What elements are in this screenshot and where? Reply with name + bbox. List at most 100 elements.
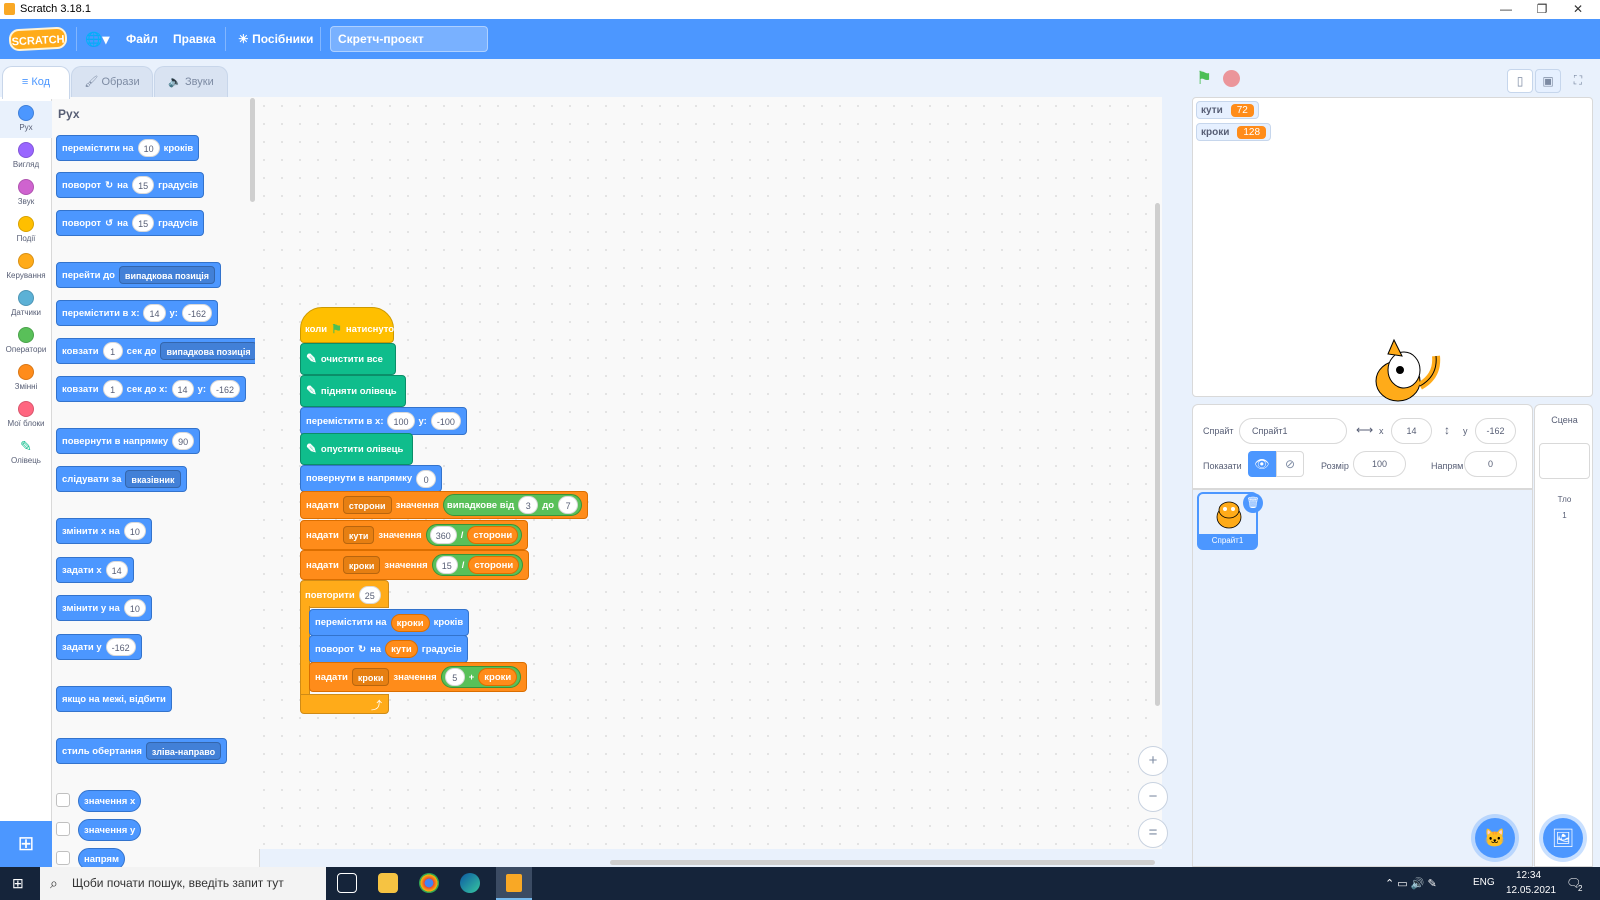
category-6[interactable]: Оператори — [0, 323, 52, 360]
variable-dropdown[interactable]: кроки — [342, 556, 381, 574]
seconds-input[interactable]: 1 — [102, 380, 123, 398]
steps-variable-reporter[interactable]: кроки — [478, 668, 518, 686]
category-5[interactable]: Датчики — [0, 286, 52, 323]
category-2[interactable]: Звук — [0, 175, 52, 212]
palette-glide-block[interactable]: ковзати 1 сек до випадкова позиція — [56, 338, 263, 364]
category-1[interactable]: Вигляд — [0, 138, 52, 175]
steps-variable-reporter[interactable]: кроки — [390, 613, 430, 632]
clear-all-block[interactable]: ✎ очистити все — [300, 343, 396, 375]
project-title-input[interactable]: Скретч-проєкт — [330, 26, 488, 52]
windows-start-icon[interactable]: ⊞ — [12, 875, 29, 892]
category-0[interactable]: Рух — [0, 101, 52, 138]
add-extension-button[interactable]: ⊞ — [0, 821, 52, 867]
green-flag-button[interactable]: ⚑ — [1196, 68, 1212, 89]
palette-rotation-style-block[interactable]: стиль обертання зліва-направо — [56, 738, 228, 764]
number-input[interactable]: 10 — [137, 139, 160, 157]
show-direction-checkbox[interactable] — [56, 851, 70, 865]
divide-operator[interactable]: 15 / сторони — [431, 554, 524, 576]
zoom-reset-button[interactable]: = — [1138, 818, 1168, 848]
direction-input[interactable]: 0 — [1464, 451, 1517, 477]
pen-down-block[interactable]: ✎ опустити олівець — [300, 433, 413, 465]
chrome-icon[interactable] — [419, 873, 439, 893]
zoom-out-button[interactable]: − — [1138, 782, 1168, 812]
zoom-in-button[interactable]: + — [1138, 746, 1168, 776]
backdrop-thumbnail[interactable] — [1539, 443, 1590, 479]
variable-dropdown[interactable]: кроки — [351, 668, 390, 686]
stop-button[interactable] — [1223, 70, 1240, 87]
palette-set-x-block[interactable]: задати х 14 — [56, 557, 134, 583]
tab-code[interactable]: ≡ Код — [2, 66, 70, 99]
change-steps-block[interactable]: надати кроки значення 5 + кроки — [309, 662, 528, 692]
random-operator[interactable]: випадкове від 3 до 7 — [442, 494, 583, 516]
x-input[interactable]: 100 — [387, 412, 415, 430]
delete-sprite-button[interactable]: 🗑 — [1243, 493, 1263, 513]
scratch-logo[interactable]: SCRATCH — [8, 26, 68, 52]
y-input[interactable]: -162 — [210, 380, 241, 398]
large-stage-button[interactable]: ▣ — [1535, 69, 1561, 93]
cat-sprite[interactable] — [1358, 336, 1450, 406]
show-visible-button[interactable]: 👁 — [1248, 451, 1276, 477]
number-input[interactable]: 360 — [429, 526, 457, 544]
palette-bounce-block[interactable]: якщо на межі, відбити — [56, 686, 172, 712]
palette-x-position-reporter[interactable]: значення x — [78, 790, 142, 812]
palette-y-position-reporter[interactable]: значення y — [78, 819, 142, 841]
palette-goto-block[interactable]: перейти до випадкова позиція — [56, 262, 222, 288]
direction-input[interactable]: 0 — [416, 469, 437, 488]
set-steps-block[interactable]: надати кроки значення 15 / сторони — [300, 550, 530, 580]
category-3[interactable]: Події — [0, 212, 52, 249]
clock-time[interactable]: 12:34 — [1516, 870, 1541, 881]
seconds-input[interactable]: 1 — [102, 342, 123, 360]
goto-xy-block[interactable]: перемістити в x: 100 у: -100 — [300, 407, 467, 435]
variable-monitor-angles[interactable]: кути 72 — [1196, 101, 1259, 119]
pen-up-block[interactable]: ✎ підняти олівець — [300, 375, 406, 407]
number-input[interactable]: 14 — [105, 561, 128, 579]
to-input[interactable]: 7 — [558, 496, 579, 514]
palette-glide-xy-block[interactable]: ковзати 1 сек до x: 14 y: -162 — [56, 376, 247, 402]
palette-goto-xy-block[interactable]: перемістити в x: 14 y: -162 — [56, 300, 218, 326]
number-input[interactable]: 5 — [444, 668, 465, 686]
number-input[interactable]: 15 — [132, 214, 155, 232]
file-menu[interactable]: Файл — [126, 19, 158, 59]
category-8[interactable]: Мої блоки — [0, 397, 52, 434]
palette-change-x-block[interactable]: змінити х на 10 — [56, 518, 152, 544]
category-9[interactable]: ✎ Олівець — [0, 434, 52, 471]
edge-icon[interactable] — [460, 873, 480, 893]
number-input[interactable]: 10 — [123, 599, 146, 617]
fullscreen-button[interactable]: ⛶ — [1565, 69, 1591, 93]
task-view-icon[interactable] — [337, 873, 357, 893]
close-button[interactable]: ✕ — [1560, 0, 1596, 19]
category-4[interactable]: Керування — [0, 249, 52, 286]
size-input[interactable]: 100 — [1353, 451, 1406, 477]
tray-icons[interactable]: ⌃ ▭ 🔊 ✎ — [1385, 877, 1437, 890]
palette-point-direction-block[interactable]: повернути в напрямку 90 — [56, 428, 201, 454]
from-input[interactable]: 3 — [518, 496, 539, 514]
sides-variable-reporter[interactable]: сторони — [467, 526, 519, 544]
show-x-checkbox[interactable] — [56, 793, 70, 807]
palette-point-towards-block[interactable]: слідувати за вказівник — [56, 466, 187, 492]
x-input[interactable]: 14 — [171, 380, 194, 398]
set-sides-block[interactable]: надати сторони значення випадкове від 3 … — [300, 491, 589, 519]
divide-operator[interactable]: 360 / сторони — [425, 524, 523, 546]
set-angles-block[interactable]: надати кути значення 360 / сторони — [300, 520, 529, 550]
add-operator[interactable]: 5 + кроки — [440, 666, 522, 688]
palette-move-block[interactable]: перемістити на 10 кроків — [56, 135, 200, 161]
show-y-checkbox[interactable] — [56, 822, 70, 836]
language-indicator[interactable]: ENG — [1473, 877, 1495, 888]
rotation-style-dropdown[interactable]: зліва-направо — [145, 742, 222, 760]
palette-change-y-block[interactable]: змінити у на 10 — [56, 595, 152, 621]
workspace-vertical-scrollbar[interactable] — [1155, 203, 1160, 706]
goto-target-dropdown[interactable]: випадкова позиція — [118, 266, 216, 284]
palette-turn-left-block[interactable]: поворот ↺ на 15 градусів — [56, 210, 205, 236]
tutorials-menu[interactable]: ☀ Посібники — [238, 19, 313, 59]
edit-menu[interactable]: Правка — [173, 19, 216, 59]
repeat-count-input[interactable]: 25 — [358, 586, 381, 604]
tab-sounds[interactable]: 🔈 Звуки — [154, 66, 228, 98]
angles-variable-reporter[interactable]: кути — [385, 640, 418, 658]
variable-monitor-steps[interactable]: кроки 128 — [1196, 123, 1272, 141]
small-stage-button[interactable]: ▯ — [1507, 69, 1533, 93]
taskbar-search-input[interactable]: ⌕ Щоби почати пошук, введіть запит тут — [40, 867, 326, 900]
variable-dropdown[interactable]: сторони — [342, 496, 392, 514]
clock-date[interactable]: 12.05.2021 — [1506, 885, 1556, 896]
glide-target-dropdown[interactable]: випадкова позиція — [160, 342, 257, 360]
choose-backdrop-button[interactable]: 🖼 — [1543, 818, 1583, 858]
